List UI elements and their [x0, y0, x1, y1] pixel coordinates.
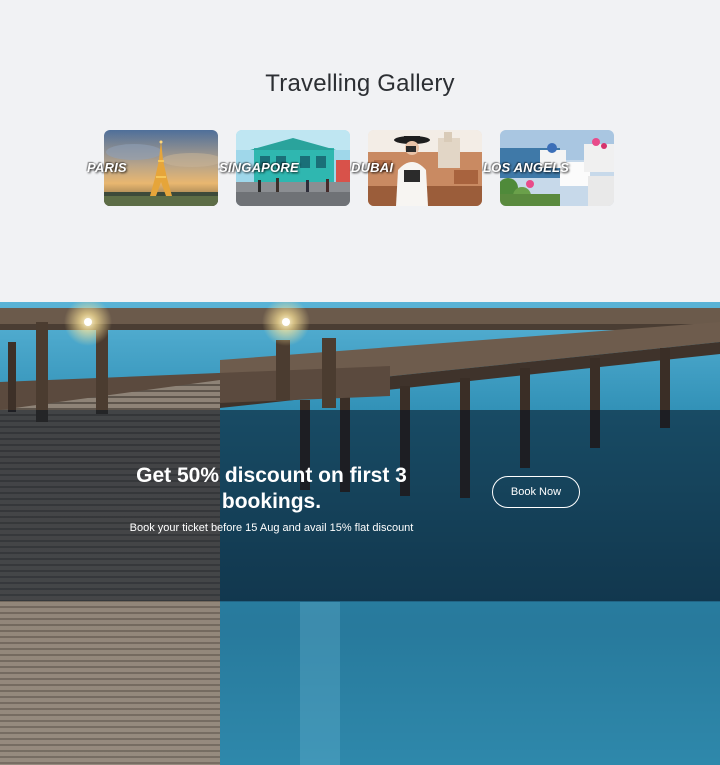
promo-heading: Get 50% discount on first 3 bookings. [136, 464, 407, 513]
card-label-paris: PARIS [87, 160, 127, 175]
card-label-dubai: DUBAI [351, 160, 394, 175]
gallery-section: Travelling Gallery PARIS SINGAPORE DUBAI… [0, 0, 720, 302]
gallery-card-paris[interactable]: PARIS [87, 130, 218, 206]
promo-section: Get 50% discount on first 3 bookings. Bo… [0, 302, 720, 765]
promo-subtext: Book your ticket before 15 Aug and avail… [129, 522, 414, 534]
book-now-button[interactable]: Book Now [492, 476, 580, 508]
gallery-card-los-angels[interactable]: LOS ANGELS [483, 130, 614, 206]
card-label-los-angels: LOS ANGELS [483, 160, 570, 175]
gallery-card-dubai[interactable]: DUBAI [351, 130, 482, 206]
gallery-card-singapore[interactable]: SINGAPORE [219, 130, 350, 206]
card-label-singapore: SINGAPORE [219, 160, 299, 175]
gallery-title: Travelling Gallery [265, 70, 455, 97]
